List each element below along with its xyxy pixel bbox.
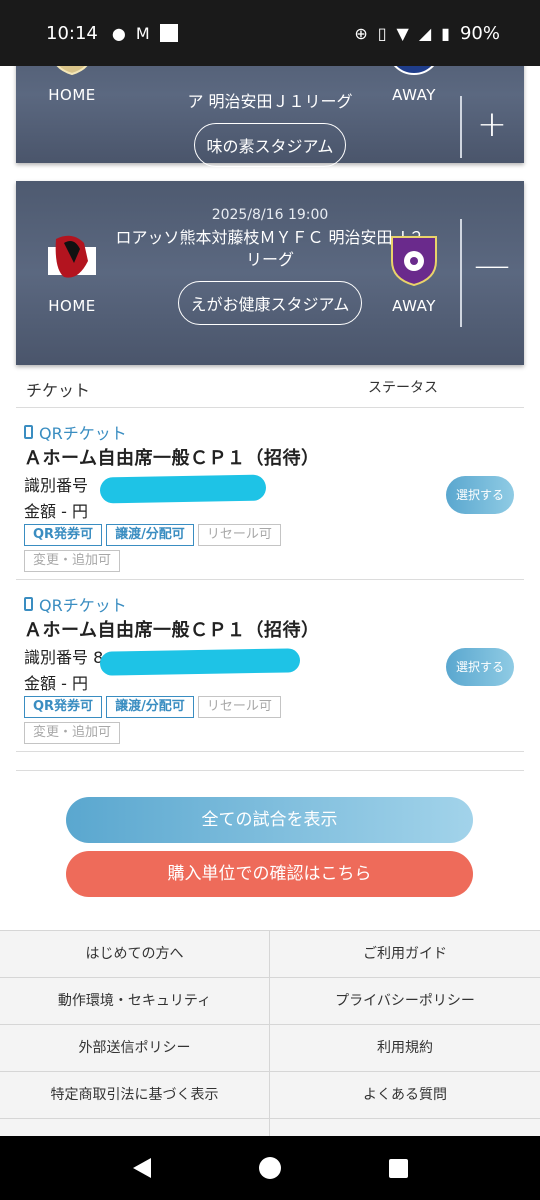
select-button[interactable]: 選択する bbox=[446, 648, 514, 686]
divider bbox=[16, 751, 524, 752]
home-team-emblem-icon bbox=[56, 66, 88, 76]
away-team: ZELVIA AWAY bbox=[372, 66, 456, 104]
home-team: HOME bbox=[30, 231, 114, 315]
home-team-emblem-icon bbox=[48, 235, 96, 278]
collapse-icon[interactable]: — bbox=[472, 245, 512, 286]
square-icon bbox=[159, 24, 178, 42]
status-bar: 10:14 ● M ⊕ ▯ ▼ ◢ ▮ 90% bbox=[0, 0, 540, 66]
card-divider bbox=[460, 219, 462, 327]
footer-link-privacy[interactable]: プライバシーポリシー bbox=[270, 977, 540, 1025]
ticket-row: QRチケット Ａホーム自由席一般ＣＰ１（招待） 識別番号 8 金額 - 円 QR… bbox=[16, 580, 524, 752]
away-label: AWAY bbox=[392, 297, 436, 315]
page-content: HOME ア 明治安田Ｊ１リーグ 味の素スタジアム ZELVIA AWAY + … bbox=[0, 66, 540, 1136]
system-nav-bar bbox=[0, 1136, 540, 1200]
show-all-matches-button[interactable]: 全ての試合を表示 bbox=[66, 797, 473, 843]
ticket-type: QRチケット bbox=[39, 596, 127, 615]
ticket-tags: QR発券可 譲渡/分配可 リセール可 変更・追加可 bbox=[24, 524, 324, 572]
status-time: 10:14 bbox=[46, 22, 98, 44]
tag-resale: リセール可 bbox=[197, 696, 281, 718]
home-icon[interactable] bbox=[258, 1157, 281, 1179]
footer-link-commerce-law[interactable]: 特定商取引法に基づく表示 bbox=[0, 1071, 270, 1119]
gmail-icon: M bbox=[135, 23, 150, 43]
away-team-emblem-icon bbox=[391, 236, 437, 287]
footer-link-beginners[interactable]: はじめての方へ bbox=[0, 930, 270, 978]
footer-link-faq[interactable]: よくある質問 bbox=[270, 1071, 540, 1119]
seat-name: Ａホーム自由席一般ＣＰ１（招待） bbox=[24, 620, 320, 641]
price: 金額 - 円 bbox=[24, 502, 88, 521]
match-card[interactable]: HOME ア 明治安田Ｊ１リーグ 味の素スタジアム ZELVIA AWAY + bbox=[16, 66, 524, 167]
footer-cell-empty bbox=[0, 1118, 270, 1136]
col-status: ステータス bbox=[368, 380, 438, 396]
match-card[interactable]: HOME 2025/8/16 19:00 ロアッソ熊本対藤枝ＭＹＦＣ 明治安田Ｊ… bbox=[16, 181, 524, 365]
home-label: HOME bbox=[48, 297, 96, 315]
tag-change: 変更・追加可 bbox=[24, 550, 121, 572]
line-icon: ● bbox=[111, 23, 126, 43]
vibrate-icon: ▯ bbox=[377, 23, 387, 43]
wifi-icon: ▼ bbox=[396, 23, 409, 43]
id-label: 識別番号 bbox=[24, 648, 89, 667]
home-team: HOME bbox=[30, 66, 114, 104]
tag-transfer: 譲渡/分配可 bbox=[106, 696, 194, 718]
footer-link-terms[interactable]: 利用規約 bbox=[270, 1024, 540, 1072]
ticket-tags: QR発券可 譲渡/分配可 リセール可 変更・追加可 bbox=[24, 696, 324, 744]
redaction-scribble bbox=[99, 648, 301, 676]
footer-cell-empty bbox=[270, 1118, 540, 1136]
col-ticket: チケット bbox=[26, 381, 91, 400]
stadium-pill[interactable]: えがお健康スタジアム bbox=[177, 281, 363, 325]
away-team: AWAY bbox=[372, 231, 456, 315]
select-button[interactable]: 選択する bbox=[446, 476, 514, 514]
away-label: AWAY bbox=[392, 86, 436, 104]
smartphone-icon bbox=[24, 425, 33, 439]
footer-link-guide[interactable]: ご利用ガイド bbox=[270, 930, 540, 978]
ticket-row: QRチケット Ａホーム自由席一般ＣＰ１（招待） 識別番号 金額 - 円 QR発券… bbox=[16, 408, 524, 580]
battery-percent: 90% bbox=[459, 22, 500, 44]
match-datetime: 2025/8/16 19:00 bbox=[211, 207, 329, 223]
home-label: HOME bbox=[48, 86, 96, 104]
price: 金額 - 円 bbox=[24, 674, 88, 693]
ticket-table-header: チケット ステータス bbox=[0, 375, 540, 407]
footer-link-environment[interactable]: 動作環境・セキュリティ bbox=[0, 977, 270, 1025]
tag-qr-issue: QR発券可 bbox=[24, 524, 103, 546]
back-icon[interactable] bbox=[132, 1158, 151, 1178]
signal-icon: ◢ bbox=[418, 23, 432, 43]
away-team-emblem-icon: ZELVIA bbox=[393, 66, 435, 75]
tag-resale: リセール可 bbox=[197, 524, 281, 546]
tag-qr-issue: QR発券可 bbox=[24, 696, 103, 718]
data-saver-icon: ⊕ bbox=[354, 23, 368, 43]
card-divider bbox=[460, 96, 462, 158]
stadium-pill[interactable]: 味の素スタジアム bbox=[193, 123, 347, 167]
smartphone-icon bbox=[24, 597, 33, 611]
recent-apps-icon[interactable] bbox=[388, 1158, 408, 1178]
tag-change: 変更・追加可 bbox=[24, 722, 121, 744]
tag-transfer: 譲渡/分配可 bbox=[106, 524, 194, 546]
id-label: 識別番号 bbox=[24, 476, 89, 495]
redaction-scribble bbox=[99, 474, 267, 504]
footer-link-external-transmission[interactable]: 外部送信ポリシー bbox=[0, 1024, 270, 1072]
divider bbox=[16, 770, 524, 771]
battery-icon: ▮ bbox=[441, 23, 450, 43]
expand-icon[interactable]: + bbox=[472, 104, 512, 145]
ticket-type: QRチケット bbox=[39, 424, 127, 443]
footer-links: はじめての方へ ご利用ガイド 動作環境・セキュリティ プライバシーポリシー 外部… bbox=[0, 930, 540, 1136]
seat-name: Ａホーム自由席一般ＣＰ１（招待） bbox=[24, 448, 320, 469]
purchase-unit-button[interactable]: 購入単位での確認はこちら bbox=[66, 851, 473, 897]
